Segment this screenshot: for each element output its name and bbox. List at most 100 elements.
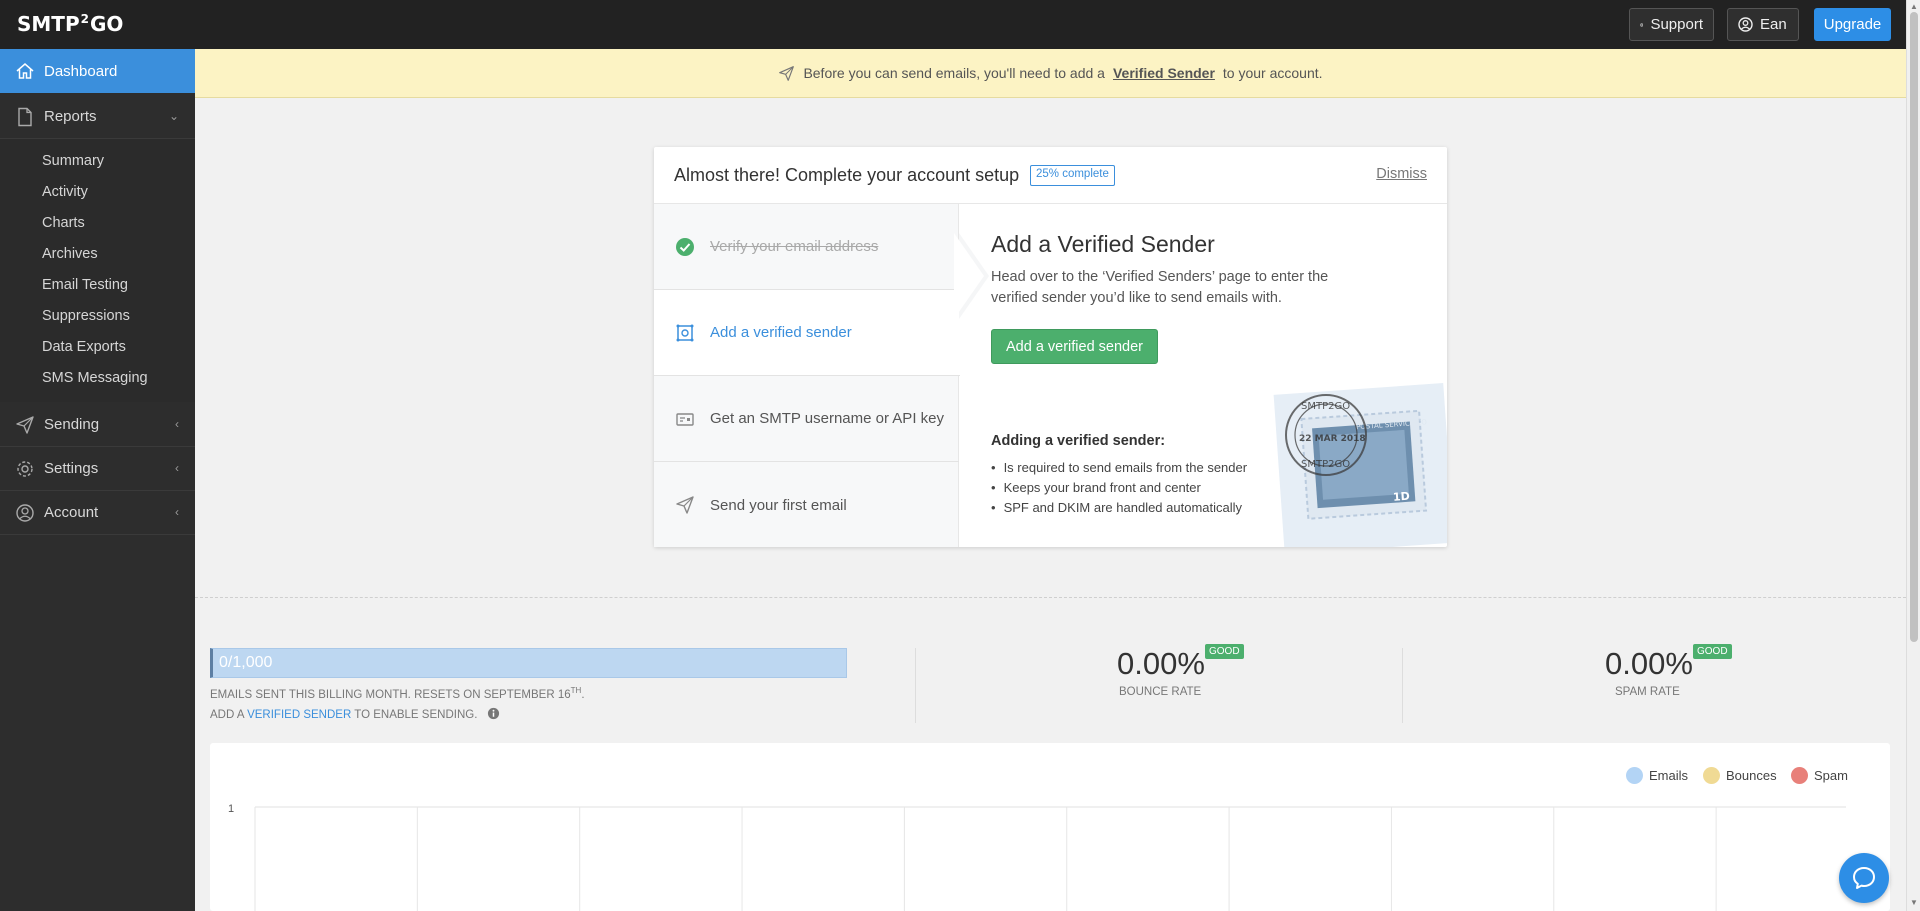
setup-card-header: Almost there! Complete your account setu… xyxy=(654,147,1447,204)
quota-value: 0/1,000 xyxy=(219,654,273,671)
sidebar-item-dashboard[interactable]: Dashboard xyxy=(0,49,195,93)
verified-sender-banner: Before you can send emails, you'll need … xyxy=(195,49,1906,98)
logo-text-mid: 2 xyxy=(80,12,89,26)
scroll-up-arrow-icon[interactable]: ▲ xyxy=(1910,2,1918,11)
sidebar-item-sending[interactable]: Sending ‹ xyxy=(0,403,195,447)
banner-text-pre: Before you can send emails, you'll need … xyxy=(803,65,1105,81)
scroll-thumb[interactable] xyxy=(1910,12,1918,642)
svg-text:22 MAR 2018: 22 MAR 2018 xyxy=(1299,434,1366,444)
sidebar-subitem-summary[interactable]: Summary xyxy=(42,153,104,169)
list-item: SPF and DKIM are handled automatically xyxy=(991,498,1247,518)
stats-divider xyxy=(915,648,916,723)
gear-icon xyxy=(14,458,36,480)
spam-rate-label: Spam Rate xyxy=(1615,686,1680,698)
sidebar-item-label: Settings xyxy=(44,460,99,477)
reports-submenu: Summary Activity Charts Archives Email T… xyxy=(0,139,195,402)
detail-description: Head over to the ‘Verified Senders’ page… xyxy=(991,269,1329,306)
sidebar-item-label: Dashboard xyxy=(44,62,118,80)
key-card-icon xyxy=(674,408,696,430)
sidebar-item-account[interactable]: Account ‹ xyxy=(0,491,195,535)
sidebar-item-label: Sending xyxy=(44,416,100,433)
step-label: Verify your email address xyxy=(710,238,879,255)
sidebar-subitem-data-exports[interactable]: Data Exports xyxy=(42,339,126,355)
sidebar: Dashboard Reports ⌄ Summary Activity Cha… xyxy=(0,49,195,911)
user-menu-button[interactable]: Ean xyxy=(1727,8,1799,41)
globe-icon xyxy=(1640,22,1644,27)
button-label: Add a verified sender xyxy=(1005,338,1144,355)
banner-text-post: to your account. xyxy=(1222,65,1323,81)
banner-verified-sender-link[interactable]: Verified Sender xyxy=(1113,65,1215,81)
step-verify-email[interactable]: Verify your email address xyxy=(654,204,959,290)
sidebar-item-settings[interactable]: Settings ‹ xyxy=(0,447,195,491)
svg-text:SMTP2GO: SMTP2GO xyxy=(1301,459,1350,470)
active-step-arrow-fill xyxy=(954,233,984,319)
bounce-rate-value: 0.00% xyxy=(1117,646,1205,681)
chevron-left-icon: ‹ xyxy=(175,505,179,519)
sidebar-subitem-sms-messaging[interactable]: SMS Messaging xyxy=(42,370,148,386)
chart-y-tick-label: 1 xyxy=(228,803,234,815)
detail-title: Add a Verified Sender xyxy=(991,231,1215,257)
dismiss-link[interactable]: Dismiss xyxy=(1376,166,1427,182)
account-setup-card: Almost there! Complete your account setu… xyxy=(654,147,1447,547)
step-label: Send your first email xyxy=(710,496,847,514)
scroll-down-arrow-icon[interactable]: ▼ xyxy=(1910,898,1918,907)
chevron-down-icon: ⌄ xyxy=(168,109,179,123)
chat-bubble-icon xyxy=(1853,867,1875,889)
id-badge-icon xyxy=(674,322,696,344)
setup-steps: Verify your email address Add a verified… xyxy=(654,204,960,548)
home-icon xyxy=(14,60,36,82)
svg-text:1D: 1D xyxy=(1393,490,1411,504)
paper-plane-icon xyxy=(674,494,696,516)
sidebar-item-label: Account xyxy=(44,504,99,521)
postage-stamp-illustration: POSTAL SERVICE CO 1D SMTP2GO 22 MAR 2018… xyxy=(1271,379,1447,547)
user-circle-icon xyxy=(14,502,36,524)
chevron-left-icon: ‹ xyxy=(175,417,179,431)
step-add-verified-sender[interactable]: Add a verified sender xyxy=(654,290,960,376)
sidebar-subitem-suppressions[interactable]: Suppressions xyxy=(42,308,130,324)
section-divider xyxy=(195,597,1906,598)
verified-sender-link[interactable]: Verified Sender xyxy=(247,709,351,721)
paper-plane-icon xyxy=(779,65,795,81)
email-chart: 1 xyxy=(228,803,1846,911)
step-label: Get an SMTP username or API key xyxy=(710,410,944,427)
adding-sender-list: Is required to send emails from the send… xyxy=(991,458,1248,518)
logo-text-right: GO xyxy=(89,12,124,36)
quota-reset-text: Emails sent this billing month. Resets o… xyxy=(210,686,585,701)
stats-divider xyxy=(1402,648,1403,723)
sidebar-subitem-email-testing[interactable]: Email Testing xyxy=(42,277,128,293)
user-label: Ean xyxy=(1760,16,1787,33)
add-verified-sender-button[interactable]: Add a verified sender xyxy=(991,329,1158,364)
sidebar-subitem-activity[interactable]: Activity xyxy=(42,184,88,200)
sidebar-subitem-charts[interactable]: Charts xyxy=(42,215,85,231)
support-button[interactable]: Support xyxy=(1629,8,1714,41)
spam-rate-value: 0.00% xyxy=(1605,646,1693,681)
page-scrollbar[interactable]: ▲ ▼ xyxy=(1906,0,1920,911)
setup-progress-badge: 25% complete xyxy=(1030,165,1115,186)
support-label: Support xyxy=(1650,16,1703,33)
paper-plane-icon xyxy=(14,414,36,436)
document-icon xyxy=(14,106,36,128)
smtp2go-logo[interactable]: SMTP2GO xyxy=(17,12,123,36)
user-circle-icon xyxy=(1738,17,1753,32)
step-smtp-username[interactable]: Get an SMTP username or API key xyxy=(654,376,959,462)
step-send-first-email[interactable]: Send your first email xyxy=(654,462,959,548)
sidebar-subitem-archives[interactable]: Archives xyxy=(42,246,98,262)
spam-rate-badge: GOOD xyxy=(1693,644,1732,659)
top-bar: SMTP2GO Support Ean Upgrade xyxy=(0,0,1920,49)
sidebar-item-reports[interactable]: Reports ⌄ xyxy=(0,95,195,139)
quota-verified-sender-text: Add a Verified Sender to enable sending. xyxy=(210,707,500,721)
info-icon[interactable] xyxy=(487,707,500,720)
svg-text:SMTP2GO: SMTP2GO xyxy=(1301,401,1350,412)
setup-title: Almost there! Complete your account setu… xyxy=(674,165,1020,185)
logo-text-left: SMTP xyxy=(17,12,80,36)
chat-support-button[interactable] xyxy=(1839,853,1889,903)
list-item: Keeps your brand front and center xyxy=(991,478,1247,498)
bounce-rate-label: Bounce Rate xyxy=(1119,686,1202,698)
upgrade-label: Upgrade xyxy=(1823,16,1882,33)
step-label: Add a verified sender xyxy=(710,324,852,341)
email-chart-panel: Emails Bounces Spam 1 xyxy=(210,743,1890,911)
upgrade-button[interactable]: Upgrade xyxy=(1814,8,1891,41)
sidebar-item-label: Reports xyxy=(44,108,97,125)
email-quota-bar: 0/1,000 xyxy=(210,648,847,678)
bounce-rate-badge: GOOD xyxy=(1205,644,1244,659)
